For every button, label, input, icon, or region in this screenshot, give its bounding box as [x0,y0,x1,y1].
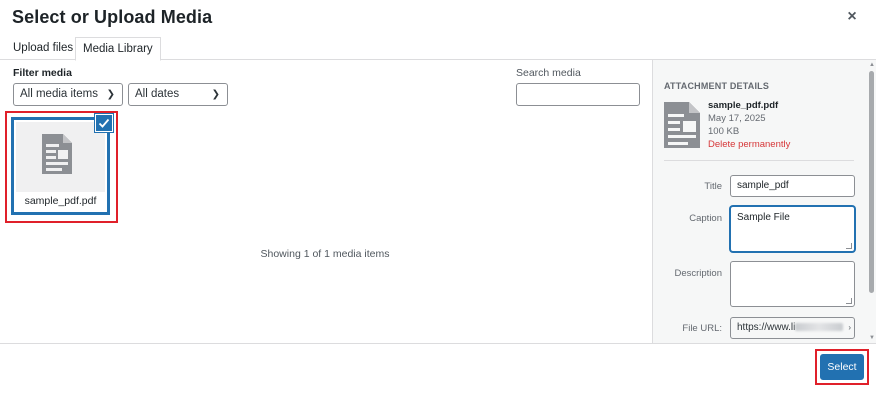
media-type-select[interactable]: All media items ❯ [13,83,123,106]
media-tabs: Upload files Media Library [0,37,876,61]
checkmark-icon[interactable] [95,114,113,132]
document-icon [664,102,700,148]
caption-field-label: Caption [689,213,722,224]
media-item-filename: sample_pdf.pdf [16,192,105,210]
caption-field[interactable]: Sample File [730,206,855,252]
resize-handle-icon[interactable] [846,243,852,249]
file-url-label: File URL: [682,323,722,334]
date-filter-value: All dates [135,88,180,100]
chevron-right-icon: › [848,323,851,332]
sidebar-scrollbar[interactable]: ▲ ▼ [867,60,876,343]
title-field-value: sample_pdf [737,180,789,191]
tab-media-library[interactable]: Media Library [75,37,161,61]
scroll-down-icon[interactable]: ▼ [869,335,875,341]
attachment-size: 100 KB [708,126,740,137]
title-field-label: Title [704,181,722,192]
select-button[interactable]: Select [820,354,864,380]
description-field[interactable] [730,261,855,307]
attachment-date: May 17, 2025 [708,113,766,124]
caption-field-value: Sample File [737,212,790,223]
scrollbar-thumb[interactable] [869,71,874,293]
search-media-input[interactable] [516,83,640,106]
attachment-details-heading: ATTACHMENT DETAILS [664,81,770,91]
footer-divider [0,343,876,344]
close-icon[interactable]: × [842,6,862,28]
delete-permanently-link[interactable]: Delete permanently [708,139,790,150]
document-icon [42,134,72,174]
date-filter-select[interactable]: All dates ❯ [128,83,228,106]
modal-title: Select or Upload Media [12,7,213,27]
title-field[interactable]: sample_pdf [730,175,855,197]
filter-media-label: Filter media [13,67,72,79]
chevron-down-icon: ❯ [106,89,115,100]
description-field-label: Description [674,268,722,279]
resize-handle-icon[interactable] [846,298,852,304]
attachment-filename: sample_pdf.pdf [708,100,779,111]
details-divider [664,160,854,161]
file-url-field[interactable]: https://www.li › [730,317,855,339]
tab-upload-files[interactable]: Upload files [6,37,80,60]
media-count-status: Showing 1 of 1 media items [260,248,390,260]
search-media-label: Search media [516,67,581,79]
chevron-down-icon: ❯ [211,89,220,100]
redacted-url [795,323,844,332]
file-url-value: https://www.li [737,322,796,333]
scroll-up-icon[interactable]: ▲ [869,62,875,68]
media-type-value: All media items [20,88,98,100]
